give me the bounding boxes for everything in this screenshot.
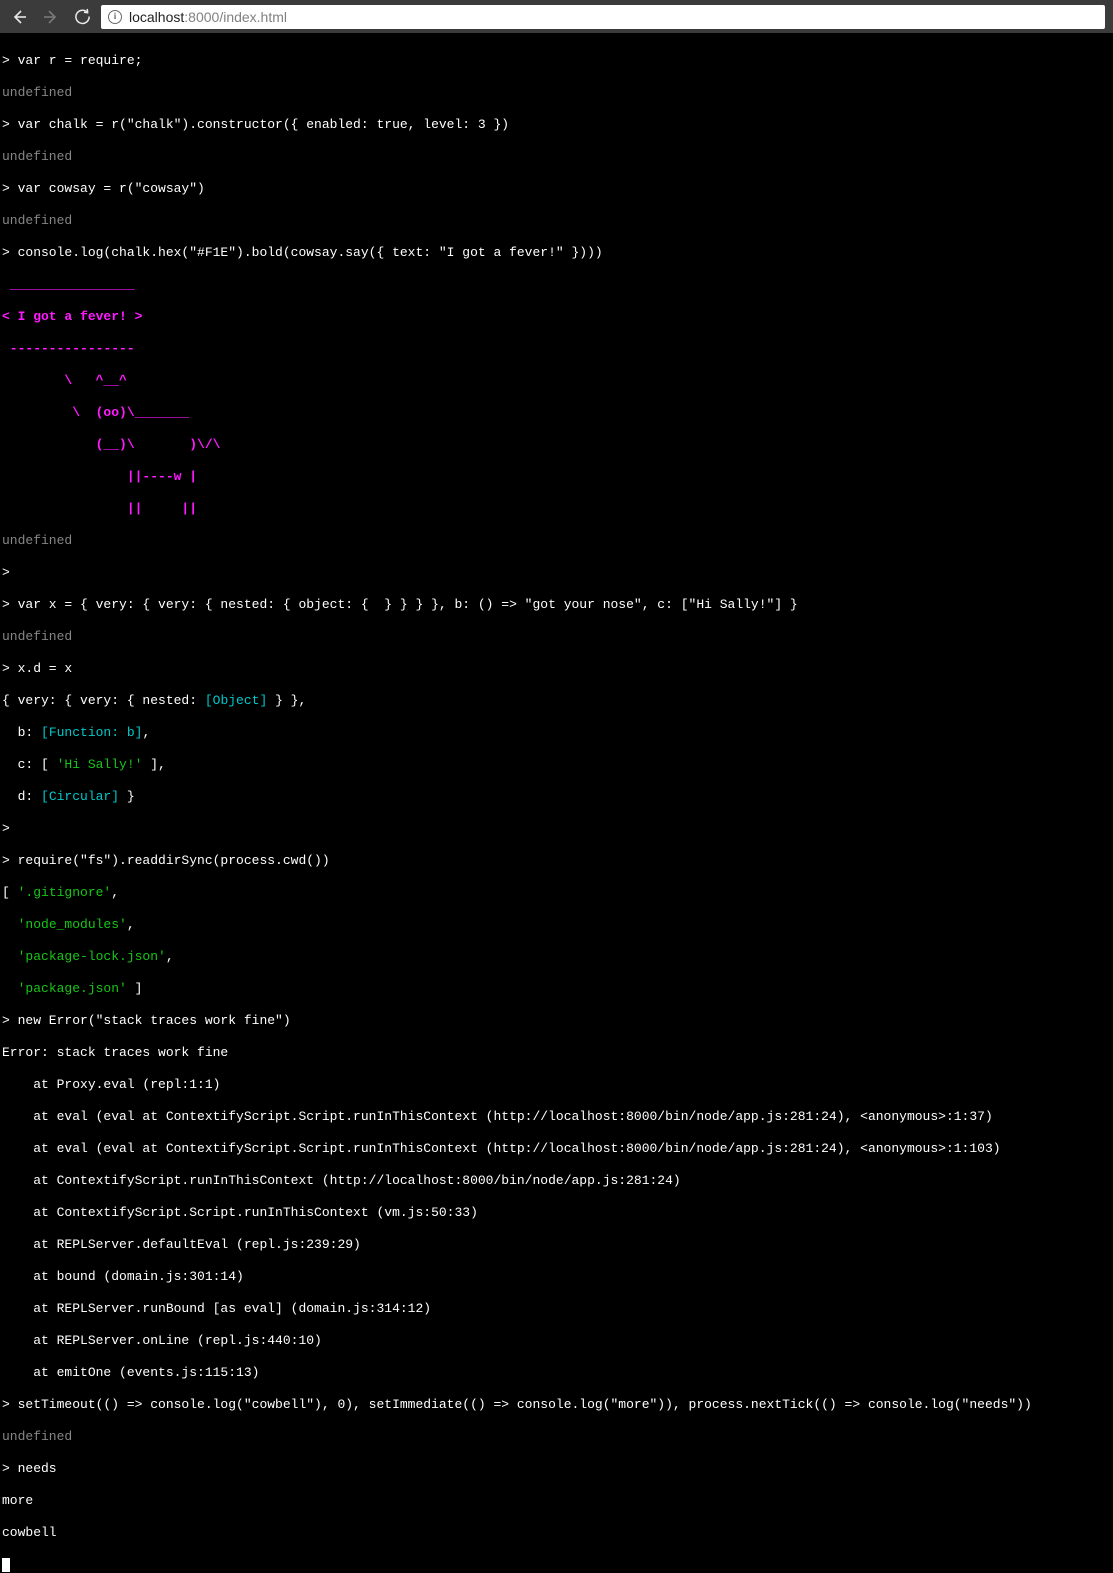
stack-trace: at REPLServer.runBound [as eval] (domain…	[2, 1301, 1113, 1317]
repl-output: undefined	[2, 85, 1113, 101]
repl-line: >	[2, 565, 1113, 581]
repl-output: undefined	[2, 629, 1113, 645]
stack-trace: at emitOne (events.js:115:13)	[2, 1365, 1113, 1381]
stack-trace: at eval (eval at ContextifyScript.Script…	[2, 1109, 1113, 1125]
forward-button[interactable]	[42, 8, 60, 26]
address-bar[interactable]: i localhost:8000/index.html	[101, 5, 1105, 29]
stack-trace: at REPLServer.onLine (repl.js:440:10)	[2, 1333, 1113, 1349]
stack-trace: at eval (eval at ContextifyScript.Script…	[2, 1141, 1113, 1157]
repl-line: > console.log(chalk.hex("#F1E").bold(cow…	[2, 245, 1113, 261]
browser-toolbar: i localhost:8000/index.html	[0, 0, 1113, 33]
cowsay-output: (__)\ )\/\	[2, 437, 1113, 453]
url-text: localhost:8000/index.html	[129, 9, 287, 25]
reload-button[interactable]	[74, 8, 91, 25]
repl-output: [ '.gitignore',	[2, 885, 1113, 901]
repl-line: >	[2, 821, 1113, 837]
stack-trace: at Proxy.eval (repl:1:1)	[2, 1077, 1113, 1093]
repl-output: undefined	[2, 213, 1113, 229]
stack-trace: at ContextifyScript.runInThisContext (ht…	[2, 1173, 1113, 1189]
error-output: Error: stack traces work fine	[2, 1045, 1113, 1061]
back-button[interactable]	[10, 8, 28, 26]
repl-line: > new Error("stack traces work fine")	[2, 1013, 1113, 1029]
repl-line: > var chalk = r("chalk").constructor({ e…	[2, 117, 1113, 133]
site-info-icon[interactable]: i	[108, 10, 122, 24]
terminal-cursor	[2, 1558, 10, 1572]
repl-line: > needs	[2, 1461, 1113, 1477]
repl-output: 'package-lock.json',	[2, 949, 1113, 965]
repl-output: more	[2, 1493, 1113, 1509]
repl-output: 'node_modules',	[2, 917, 1113, 933]
repl-output: undefined	[2, 533, 1113, 549]
nav-buttons	[8, 8, 91, 26]
stack-trace: at REPLServer.defaultEval (repl.js:239:2…	[2, 1237, 1113, 1253]
repl-line: > var x = { very: { very: { nested: { ob…	[2, 597, 1113, 613]
repl-line: > var cowsay = r("cowsay")	[2, 181, 1113, 197]
repl-output: b: [Function: b],	[2, 725, 1113, 741]
repl-output: undefined	[2, 149, 1113, 165]
repl-output: { very: { very: { nested: [Object] } },	[2, 693, 1113, 709]
repl-line: > x.d = x	[2, 661, 1113, 677]
repl-line: > var r = require;	[2, 53, 1113, 69]
repl-output: undefined	[2, 1429, 1113, 1445]
cowsay-output: ----------------	[2, 341, 1113, 357]
repl-output: cowbell	[2, 1525, 1113, 1541]
cowsay-output: \ ^__^	[2, 373, 1113, 389]
cowsay-output: ________________	[2, 277, 1113, 293]
stack-trace: at ContextifyScript.Script.runInThisCont…	[2, 1205, 1113, 1221]
repl-terminal[interactable]: > var r = require; undefined > var chalk…	[0, 33, 1113, 1573]
repl-output: 'package.json' ]	[2, 981, 1113, 997]
cowsay-output: < I got a fever! >	[2, 309, 1113, 325]
cowsay-output: ||----w |	[2, 469, 1113, 485]
stack-trace: at bound (domain.js:301:14)	[2, 1269, 1113, 1285]
repl-line: > setTimeout(() => console.log("cowbell"…	[2, 1397, 1113, 1413]
repl-output: c: [ 'Hi Sally!' ],	[2, 757, 1113, 773]
cowsay-output: \ (oo)\_______	[2, 405, 1113, 421]
cowsay-output: || ||	[2, 501, 1113, 517]
repl-output: d: [Circular] }	[2, 789, 1113, 805]
repl-line: > require("fs").readdirSync(process.cwd(…	[2, 853, 1113, 869]
